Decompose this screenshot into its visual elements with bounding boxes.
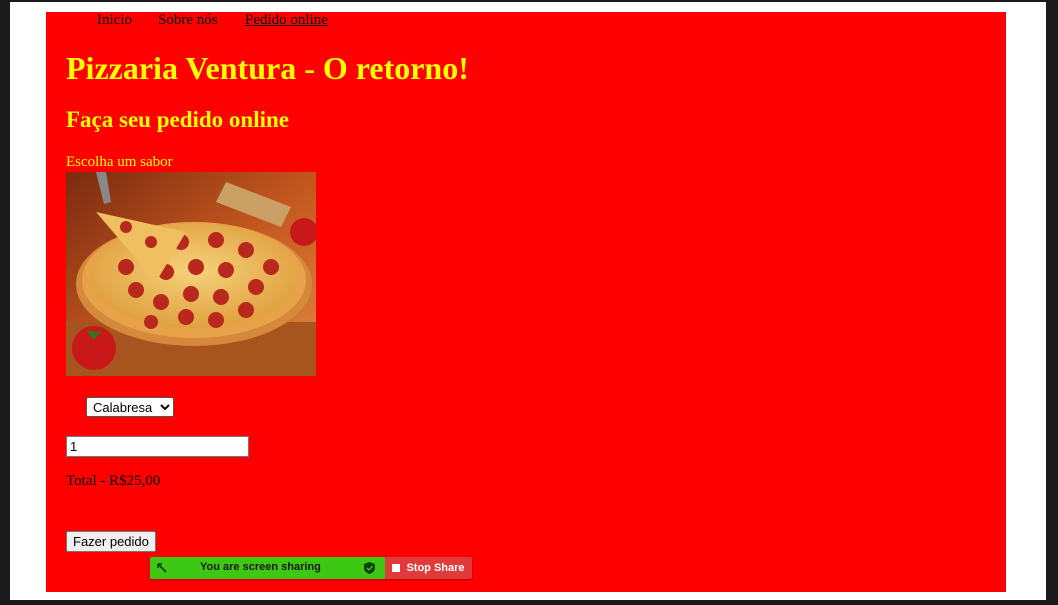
stop-share-button[interactable]: Stop Share [385, 557, 472, 579]
page-subtitle: Faça seu pedido online [66, 107, 290, 132]
flavor-prompt: Escolha um sabor [66, 154, 173, 170]
screen-share-status[interactable]: You are screen sharing [150, 557, 385, 579]
stop-share-label: Stop Share [406, 562, 465, 574]
submit-order-button[interactable]: Fazer pedido [66, 531, 156, 552]
shield-check-icon [364, 562, 375, 574]
browser-viewport: Inicio Sobre nós Pedido online Pizzaria … [10, 2, 1046, 600]
nav-link-inicio[interactable]: Inicio [97, 12, 132, 29]
order-total: Total - R$25,00 [66, 473, 161, 489]
screen-share-status-text: You are screen sharing [200, 561, 321, 573]
drag-handle-icon[interactable] [156, 562, 168, 574]
flavor-select[interactable]: Calabresa [86, 397, 174, 417]
quantity-input[interactable] [66, 436, 249, 457]
page-title: Pizzaria Ventura - O retorno! [66, 50, 469, 86]
nav-link-pedido-online[interactable]: Pedido online [245, 12, 328, 29]
nav-link-sobre-nos[interactable]: Sobre nós [158, 12, 218, 29]
stop-icon [392, 564, 401, 572]
screen-share-bar: You are screen sharing Stop Share [150, 557, 472, 579]
page-container: Inicio Sobre nós Pedido online Pizzaria … [46, 12, 1006, 592]
pizza-image [66, 172, 316, 376]
